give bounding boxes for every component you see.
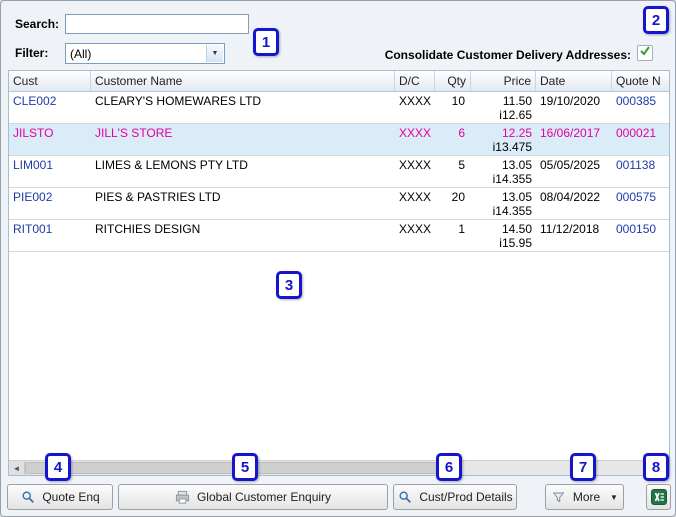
table-row[interactable]: CLE002 CLEARY'S HOMEWARES LTD XXXX 10 11…: [9, 92, 669, 124]
cell-date: 05/05/2025: [536, 156, 612, 187]
filter-funnel-icon: [551, 489, 567, 505]
callout-1: 1: [253, 28, 279, 56]
callout-6: 6: [436, 453, 462, 481]
cell-customer-name: CLEARY'S HOMEWARES LTD: [91, 92, 395, 123]
table-header: Cust Customer Name D/C Qty Price Date Qu…: [9, 71, 669, 92]
cell-quote-no: 001138: [612, 156, 669, 187]
cell-cust: RIT001: [9, 220, 91, 251]
consolidate-label: Consolidate Customer Delivery Addresses:: [385, 48, 631, 62]
scroll-left-arrow-icon[interactable]: ◄: [9, 461, 25, 475]
cell-price: 11.50i12.65: [471, 92, 536, 123]
cell-date: 19/10/2020: [536, 92, 612, 123]
cell-cust: CLE002: [9, 92, 91, 123]
table-row[interactable]: PIE002 PIES & PASTRIES LTD XXXX 20 13.05…: [9, 188, 669, 220]
chevron-down-icon[interactable]: ▼: [206, 45, 223, 62]
column-header-customer-name[interactable]: Customer Name: [91, 71, 395, 91]
cell-date: 08/04/2022: [536, 188, 612, 219]
cust-prod-details-label: Cust/Prod Details: [419, 490, 512, 504]
cell-quote-no: 000021: [612, 124, 669, 155]
callout-2: 2: [643, 6, 669, 34]
magnifier-icon: [20, 489, 36, 505]
cell-qty: 6: [435, 124, 471, 155]
cell-cust: LIM001: [9, 156, 91, 187]
cell-quote-no: 000150: [612, 220, 669, 251]
cell-customer-name: PIES & PASTRIES LTD: [91, 188, 395, 219]
cell-dc: XXXX: [395, 92, 435, 123]
column-header-price[interactable]: Price: [471, 71, 536, 91]
check-icon: [639, 44, 651, 62]
cell-qty: 10: [435, 92, 471, 123]
cell-price: 13.05i14.355: [471, 156, 536, 187]
cell-cust: PIE002: [9, 188, 91, 219]
quotes-table: Cust Customer Name D/C Qty Price Date Qu…: [8, 70, 670, 476]
cell-qty: 5: [435, 156, 471, 187]
magnifier-icon: [397, 489, 413, 505]
global-customer-enquiry-label: Global Customer Enquiry: [197, 490, 331, 504]
cell-price: 12.25i13.475: [471, 124, 536, 155]
callout-3: 3: [276, 271, 302, 299]
cell-dc: XXXX: [395, 156, 435, 187]
cell-quote-no: 000385: [612, 92, 669, 123]
export-excel-button[interactable]: [646, 484, 671, 510]
more-label: More: [573, 490, 600, 504]
cust-prod-details-button[interactable]: Cust/Prod Details: [393, 484, 517, 510]
more-dropdown-button[interactable]: ▼: [605, 484, 624, 510]
excel-icon: [651, 489, 667, 505]
filter-selected-value: (All): [70, 47, 91, 61]
callout-8: 8: [643, 453, 669, 481]
column-header-dc[interactable]: D/C: [395, 71, 435, 91]
callout-5: 5: [232, 453, 258, 481]
cell-dc: XXXX: [395, 124, 435, 155]
cell-price: 13.05i14.355: [471, 188, 536, 219]
column-header-qty[interactable]: Qty: [435, 71, 471, 91]
consolidate-checkbox[interactable]: [637, 45, 653, 61]
chevron-down-icon: ▼: [610, 493, 618, 502]
cell-quote-no: 000575: [612, 188, 669, 219]
cell-date: 16/06/2017: [536, 124, 612, 155]
enquiry-printer-icon: [175, 489, 191, 505]
table-row[interactable]: RIT001 RITCHIES DESIGN XXXX 1 14.50i15.9…: [9, 220, 669, 252]
quote-enq-label: Quote Enq: [42, 490, 99, 504]
column-header-quote-no[interactable]: Quote N: [612, 71, 669, 91]
search-input[interactable]: [65, 14, 249, 34]
cell-qty: 1: [435, 220, 471, 251]
cell-dc: XXXX: [395, 220, 435, 251]
cell-date: 11/12/2018: [536, 220, 612, 251]
callout-4: 4: [45, 453, 71, 481]
quote-enq-button[interactable]: Quote Enq: [7, 484, 113, 510]
cell-qty: 20: [435, 188, 471, 219]
table-row[interactable]: LIM001 LIMES & LEMONS PTY LTD XXXX 5 13.…: [9, 156, 669, 188]
callout-7: 7: [570, 453, 596, 481]
table-row-selected[interactable]: JILSTO JILL'S STORE XXXX 6 12.25i13.475 …: [9, 124, 669, 156]
cell-customer-name: RITCHIES DESIGN: [91, 220, 395, 251]
quote-enquiry-window: Search: Filter: (All) ▼ Consolidate Cust…: [0, 0, 676, 517]
filter-label: Filter:: [15, 46, 48, 60]
cell-customer-name: LIMES & LEMONS PTY LTD: [91, 156, 395, 187]
column-header-cust[interactable]: Cust: [9, 71, 91, 91]
column-header-date[interactable]: Date: [536, 71, 612, 91]
cell-customer-name: JILL'S STORE: [91, 124, 395, 155]
cell-price: 14.50i15.95: [471, 220, 536, 251]
cell-cust: JILSTO: [9, 124, 91, 155]
filter-dropdown[interactable]: (All) ▼: [65, 43, 225, 64]
search-label: Search:: [15, 17, 59, 31]
global-customer-enquiry-button[interactable]: Global Customer Enquiry: [118, 484, 388, 510]
cell-dc: XXXX: [395, 188, 435, 219]
more-button[interactable]: More: [545, 484, 606, 510]
